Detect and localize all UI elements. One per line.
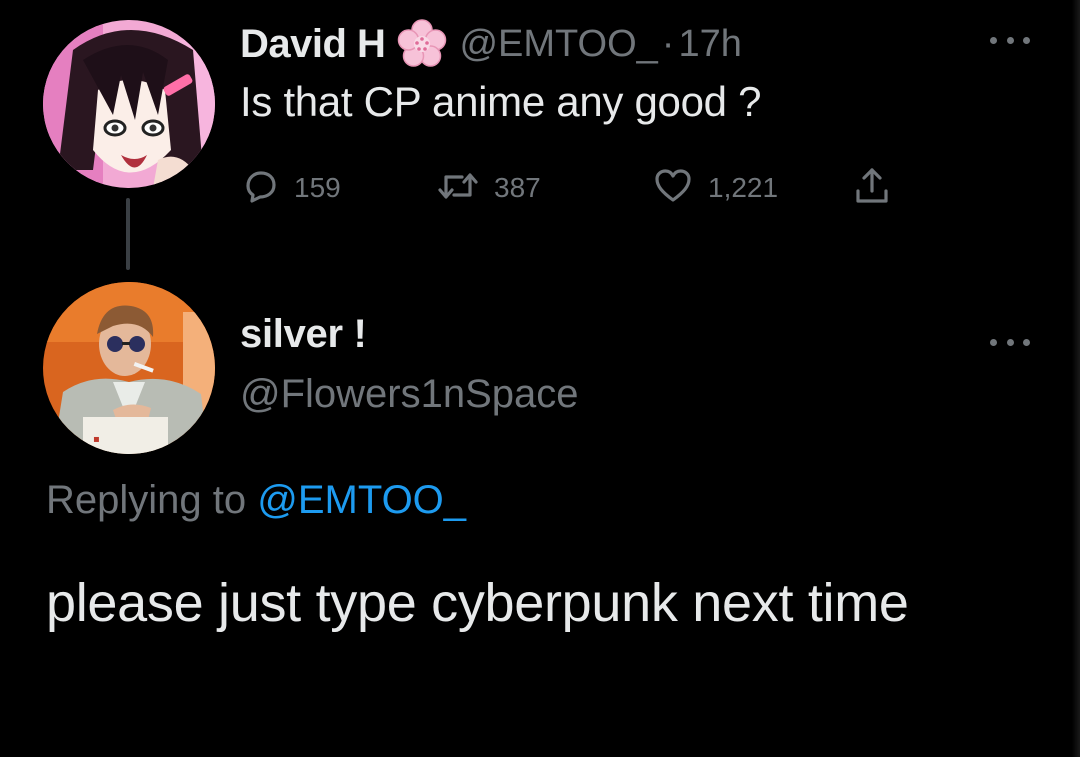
tweet-text: Is that CP anime any good ? (240, 78, 762, 125)
retweet-count: 387 (494, 172, 541, 203)
like-button[interactable]: 1,221 (652, 164, 778, 212)
tweet-text: please just type cyberpunk next time (46, 573, 909, 633)
more-dot-icon (990, 338, 997, 346)
more-options-button[interactable] (990, 332, 1030, 352)
tweet-actions: 159 387 1,221 (240, 164, 920, 212)
screen-edge (1072, 0, 1080, 757)
more-options-button[interactable] (990, 30, 1030, 50)
more-dot-icon (1023, 36, 1030, 44)
svg-text:▪: ▪ (93, 434, 100, 445)
handle[interactable]: @EMTOO_ (459, 23, 657, 66)
avatar[interactable] (43, 20, 215, 188)
thread-connector-line (126, 198, 130, 270)
parent-author-row: David H @EMTOO_ · 17h (240, 16, 742, 72)
replying-to-label: Replying to (46, 478, 247, 522)
reply-button[interactable]: 159 (240, 164, 341, 212)
display-name[interactable]: silver ! (240, 312, 367, 357)
cherry-blossom-icon (397, 19, 447, 69)
timestamp[interactable]: 17h (678, 23, 741, 66)
reply-count: 159 (294, 172, 341, 203)
reply-icon (240, 166, 280, 211)
avatar[interactable]: ▪ (43, 282, 215, 454)
more-dot-icon (1023, 338, 1030, 346)
more-dot-icon (990, 36, 997, 44)
share-icon (852, 165, 892, 212)
profile-photo-image: ▪ (43, 282, 215, 454)
tweet-thread: David H @EMTOO_ · 17h Is that CP anime a… (0, 0, 1080, 757)
retweet-button[interactable]: 387 (436, 164, 541, 212)
replying-to-line: Replying to @EMTOO_ (46, 478, 466, 523)
handle[interactable]: @Flowers1nSpace (240, 372, 579, 417)
separator-dot: · (661, 22, 675, 65)
more-dot-icon (1006, 338, 1014, 346)
mention-link[interactable]: @EMTOO_ (257, 478, 466, 522)
display-name[interactable]: David H (240, 22, 386, 67)
share-button[interactable] (852, 164, 892, 212)
like-count: 1,221 (708, 172, 779, 203)
heart-icon (652, 166, 694, 211)
retweet-icon (436, 166, 480, 211)
anime-avatar-image (43, 20, 215, 188)
more-dot-icon (1006, 36, 1014, 44)
